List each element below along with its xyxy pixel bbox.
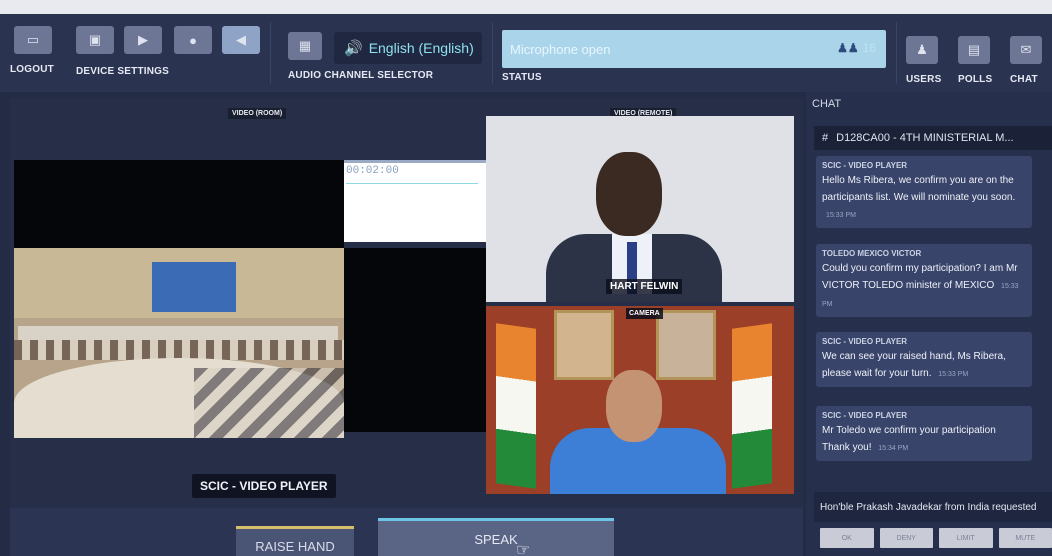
room-video-label: VIDEO (ROOM) (228, 108, 287, 119)
message-time: 15:33 PM (826, 212, 856, 219)
request-actions: OK DENY LIMIT MUTE (820, 528, 1052, 548)
users-count: 16 (862, 41, 876, 55)
timer-bar (346, 183, 478, 184)
message-text: We can see your raised hand, Ms Ribera, … (822, 351, 1006, 379)
chat-message: SCIC - VIDEO PLAYER We can see your rais… (816, 332, 1032, 387)
message-text: Mr Toledo we confirm your participation … (822, 425, 996, 453)
volume-icon: 🔊 (344, 40, 363, 57)
speak-button[interactable]: SPEAK (378, 518, 614, 556)
logout-label: LOGOUT (10, 64, 54, 75)
video-area: VIDEO (ROOM) 00:02:00 SCIC - VIDEO PLAYE… (10, 98, 803, 508)
message-sender: SCIC - VIDEO PLAYER (822, 337, 908, 346)
chat-label: CHAT (1010, 74, 1038, 85)
toolbar-divider (270, 22, 271, 84)
message-sender: TOLEDO MEXICO VICTOR (822, 249, 922, 258)
camera-label: CAMERA (626, 308, 663, 319)
message-time: 15:33 PM (938, 371, 969, 378)
polls-icon[interactable]: ▤ (958, 36, 990, 64)
device-settings-label: DEVICE SETTINGS (76, 66, 170, 77)
request-ok-button[interactable]: OK (820, 528, 874, 548)
chat-room-bar[interactable]: # D128CA00 - 4TH MINISTERIAL M... (814, 126, 1052, 150)
camera-icon[interactable]: ▶ (124, 26, 162, 54)
channel-selector-icon[interactable]: ▦ (288, 32, 322, 60)
logout-icon[interactable]: ▭ (14, 26, 52, 54)
audio-channel-label: AUDIO CHANNEL SELECTOR (288, 70, 434, 81)
status-users: ♟♟ 16 (837, 41, 876, 55)
conference-app: ▭ LOGOUT ▣ ▶ ● ◀ DEVICE SETTINGS ▦ 🔊 Eng… (0, 14, 1052, 556)
toolbar-divider (896, 22, 897, 84)
raise-hand-button[interactable]: RAISE HAND (236, 526, 354, 556)
remote-video: HART FELWIN (486, 116, 794, 302)
top-toolbar: ▭ LOGOUT ▣ ▶ ● ◀ DEVICE SETTINGS ▦ 🔊 Eng… (0, 14, 1052, 92)
message-sender: SCIC - VIDEO PLAYER (822, 161, 908, 170)
status-box: Microphone open ♟♟ 16 (502, 30, 886, 68)
speaker-icon[interactable]: ◀ (222, 26, 260, 54)
request-limit-button[interactable]: LIMIT (939, 528, 993, 548)
timer-panel: 00:02:00 (344, 160, 486, 242)
request-notice: Hon'ble Prakash Javadekar from India req… (814, 492, 1052, 522)
timer: 00:02:00 (346, 165, 399, 177)
chat-icon[interactable]: ✉ (1010, 36, 1042, 64)
message-time: 15:34 PM (878, 445, 909, 452)
message-text: Could you confirm my participation? I am… (822, 263, 1018, 291)
users-label: USERS (906, 74, 942, 85)
room-video (14, 248, 344, 438)
message-text: Hello Ms Ribera, we confirm you are on t… (822, 175, 1016, 203)
remote-participant-name: HART FELWIN (606, 279, 683, 294)
polls-label: POLLS (958, 74, 993, 85)
chat-message: SCIC - VIDEO PLAYER Hello Ms Ribera, we … (816, 156, 1032, 228)
room-video-black (14, 160, 344, 248)
status-label: STATUS (502, 72, 542, 83)
hash-icon: # (822, 132, 829, 144)
status-text: Microphone open (510, 41, 611, 57)
toolbar-divider (492, 22, 493, 84)
video-player-label: SCIC - VIDEO PLAYER (192, 474, 336, 498)
request-mute-button[interactable]: MUTE (998, 528, 1052, 548)
language-selector[interactable]: 🔊 English (English) (334, 32, 482, 64)
camera-video: CAMERA (486, 306, 794, 494)
chat-title: CHAT (812, 98, 842, 110)
device-settings-icon[interactable]: ▣ (76, 26, 114, 54)
secondary-video-black (344, 248, 486, 432)
users-icon[interactable]: ♟ (906, 36, 938, 64)
chat-room-name: D128CA00 - 4TH MINISTERIAL M... (836, 132, 1014, 144)
pointer-cursor-icon: ☞ (516, 542, 531, 556)
microphone-icon[interactable]: ● (174, 26, 212, 54)
language-value: English (English) (368, 40, 474, 56)
chat-panel: CHAT # D128CA00 - 4TH MINISTERIAL M... S… (806, 92, 1052, 556)
bottom-controls: RAISE HAND SPEAK ☞ (10, 508, 803, 556)
chat-message: SCIC - VIDEO PLAYER Mr Toledo we confirm… (816, 406, 1032, 461)
chat-message: TOLEDO MEXICO VICTOR Could you confirm m… (816, 244, 1032, 317)
message-sender: SCIC - VIDEO PLAYER (822, 411, 908, 420)
request-deny-button[interactable]: DENY (879, 528, 933, 548)
